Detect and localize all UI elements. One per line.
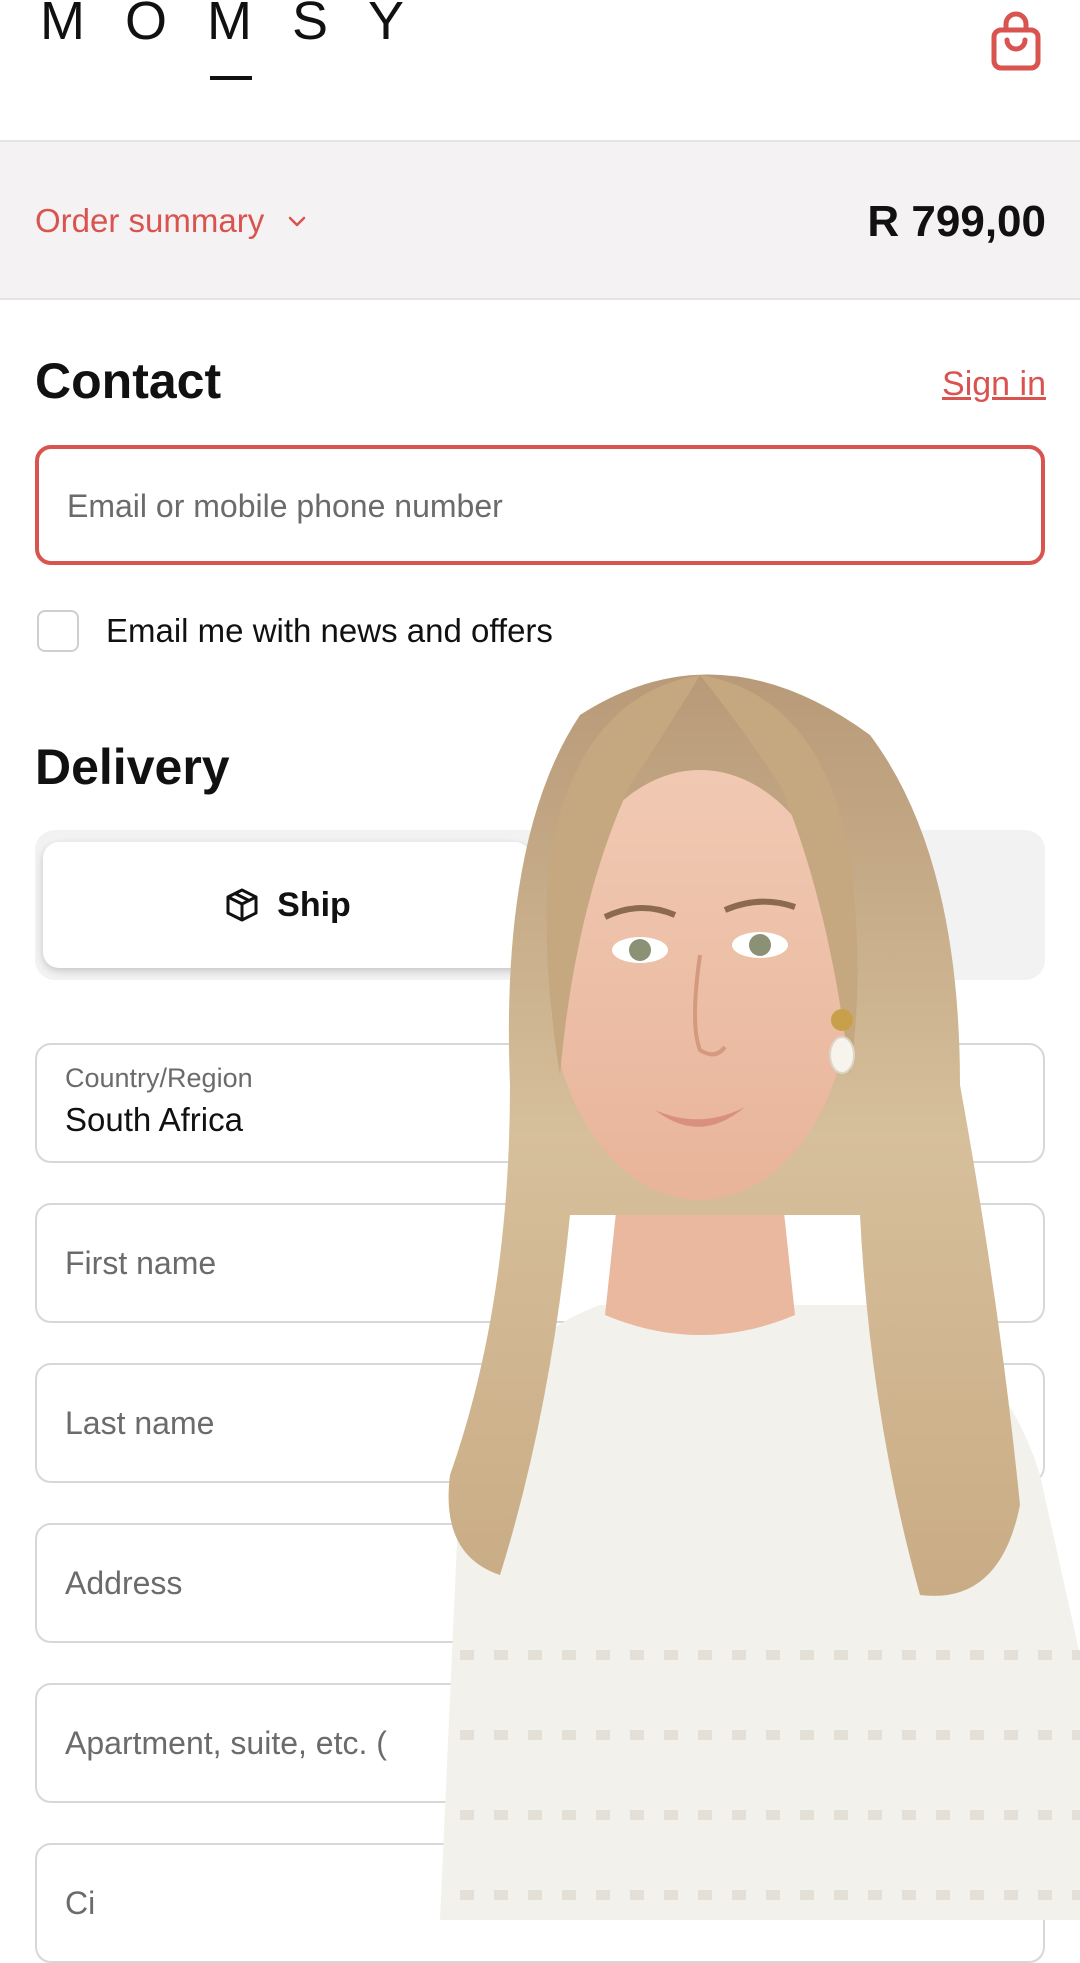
sign-in-link[interactable]: Sign in bbox=[942, 365, 1046, 404]
order-summary-label: Order summary bbox=[35, 202, 265, 239]
contact-heading: Contact bbox=[35, 353, 222, 409]
package-icon bbox=[226, 888, 258, 922]
presenter-photo bbox=[440, 674, 1080, 1920]
order-summary-toggle[interactable]: Order summary bbox=[35, 202, 308, 240]
address-placeholder: Address bbox=[65, 1565, 183, 1601]
country-value: South Africa bbox=[65, 1101, 243, 1138]
email-placeholder: Email or mobile phone number bbox=[67, 488, 503, 524]
brand-logo[interactable]: MOMSY bbox=[40, 0, 444, 52]
chevron-down-icon bbox=[288, 216, 306, 227]
delivery-heading: Delivery bbox=[35, 739, 230, 795]
first-name-placeholder: First name bbox=[65, 1245, 217, 1281]
city-placeholder: Ci bbox=[65, 1885, 96, 1921]
order-total: R 799,00 bbox=[867, 197, 1046, 246]
email-input[interactable]: Email or mobile phone number bbox=[35, 445, 1045, 565]
tab-ship-label: Ship bbox=[277, 885, 351, 924]
order-summary-bar[interactable]: Order summary R 799,00 bbox=[0, 140, 1080, 300]
newsletter-label: Email me with news and offers bbox=[106, 612, 553, 649]
site-header: MOMSY bbox=[0, 0, 1080, 140]
shopping-bag-icon[interactable] bbox=[990, 10, 1042, 72]
last-name-placeholder: Last name bbox=[65, 1405, 215, 1441]
newsletter-checkbox[interactable] bbox=[37, 610, 79, 652]
logo-underline bbox=[210, 76, 252, 80]
country-label: Country/Region bbox=[65, 1063, 253, 1093]
apartment-placeholder: Apartment, suite, etc. ( bbox=[65, 1725, 387, 1761]
